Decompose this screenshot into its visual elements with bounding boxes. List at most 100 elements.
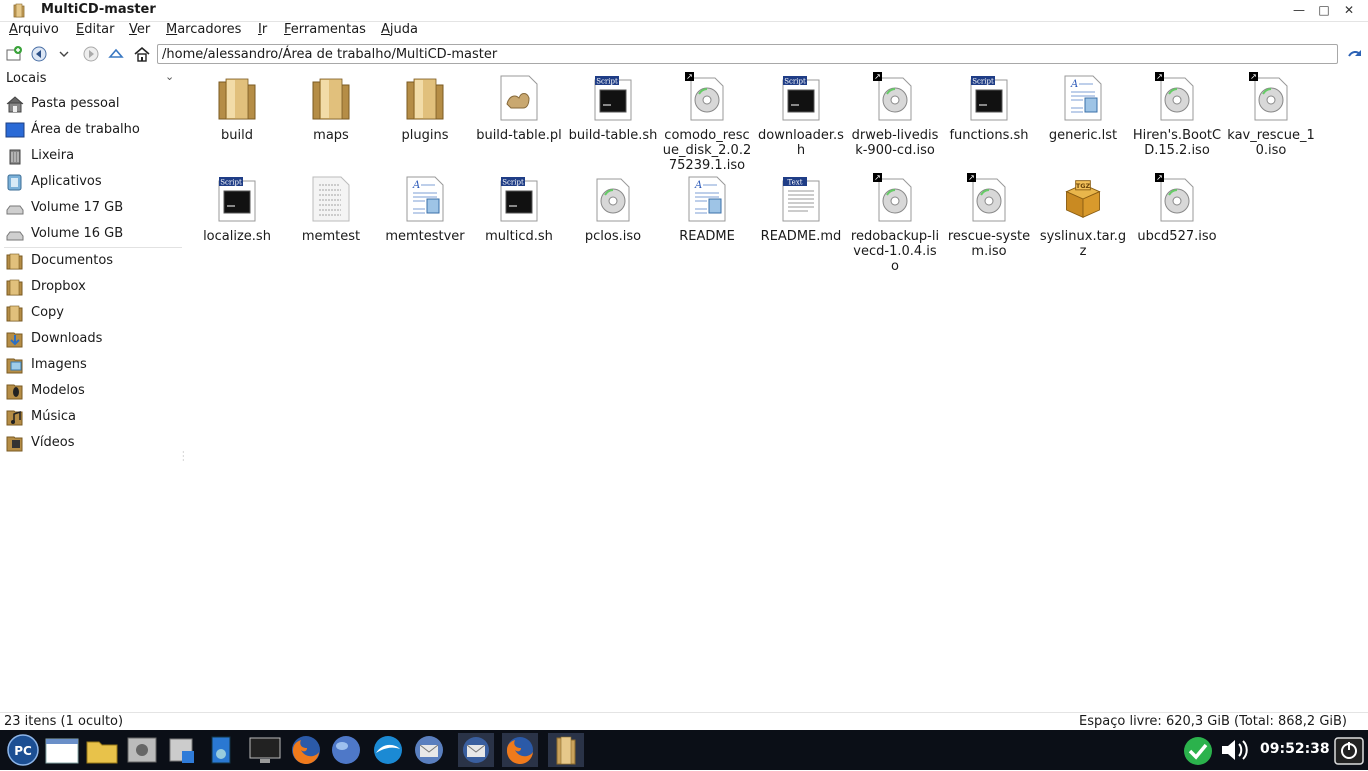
taskbar-media-player[interactable] [204,733,240,767]
taskbar-thunderbird[interactable] [411,733,447,767]
file-item[interactable]: build-table.pl [472,74,566,143]
go-icon[interactable] [1346,45,1364,63]
file-item[interactable]: ↗ Hiren's.BootCD.15.2.iso [1130,72,1224,158]
sidebar-item-musica[interactable]: Música [0,405,184,429]
sidebar-item-downloads[interactable]: Downloads [0,327,184,351]
binary-file-icon [309,175,353,223]
sidebar-divider [4,247,182,248]
file-item[interactable]: memtest [284,175,378,244]
text-document-icon: A [1061,74,1105,122]
plain-text-icon: Text [779,175,823,223]
taskbar-thunderbird-window[interactable] [458,733,494,767]
file-item[interactable]: Script downloader.sh [754,74,848,158]
taskbar-firefox[interactable] [288,733,324,767]
menu-marcadores[interactable]: Marcadores [166,22,241,37]
file-item[interactable]: build [190,74,284,143]
file-item[interactable]: ↗ kav_rescue_10.iso [1224,72,1318,158]
svg-text:A: A [694,180,702,191]
file-item[interactable]: Script build-table.sh [566,74,660,143]
file-item[interactable]: TGZ syslinux.tar.gz [1036,175,1130,259]
firefox-icon [506,737,533,765]
menu-ajuda[interactable]: Ajuda [381,22,418,37]
sidebar-item-videos[interactable]: Vídeos [0,431,184,455]
file-item[interactable]: Script functions.sh [942,74,1036,143]
minimize-button[interactable]: — [1289,1,1309,19]
tray-session[interactable] [1332,733,1366,767]
taskbar-package-manager[interactable] [164,733,200,767]
sidebar-resize-handle[interactable]: · · · [182,449,185,465]
taskbar-firefox-window[interactable] [502,733,538,767]
sidebar-item-area-de-trabalho[interactable]: Área de trabalho [0,118,184,142]
menu-editar[interactable]: Editar [76,22,115,37]
new-tab-icon[interactable] [5,45,23,63]
sidebar-item-pasta-pessoal[interactable]: Pasta pessoal [0,92,184,116]
folder-app-icon [13,3,25,18]
file-icon-view[interactable]: build maps plugins build-table.pl Script buil… [190,67,1368,711]
status-bar: 23 itens (1 oculto) Espaço livre: 620,3 … [0,712,1368,731]
menu-ir[interactable]: Ir [258,22,267,37]
thunderbird-icon [415,736,443,764]
disc-image-icon: ↗ [873,72,917,122]
file-item[interactable]: Script localize.sh [190,175,284,244]
disc-image-icon: ↗ [873,173,917,223]
sidebar-item-volume-16gb[interactable]: Volume 16 GB [0,222,184,246]
sidebar-item-copy[interactable]: Copy [0,301,184,325]
file-item[interactable]: Text README.md [754,175,848,244]
sidebar-item-lixeira[interactable]: Lixeira [0,144,184,168]
sidebar-item-aplicativos[interactable]: Aplicativos [0,170,184,194]
taskbar-show-desktop[interactable] [44,733,80,767]
file-item[interactable]: A README [660,175,754,244]
taskbar-globe[interactable] [328,733,364,767]
folder-icon [215,74,259,122]
menu-ferramentas[interactable]: Ferramentas [284,22,366,37]
taskbar-settings[interactable] [124,733,160,767]
chevron-down-icon[interactable] [57,45,71,63]
start-menu-button[interactable]: PC [4,733,42,767]
chevron-down-icon[interactable]: ⌄ [165,70,174,83]
sidebar-item-label: Imagens [31,357,87,372]
svg-text:Script: Script [596,78,618,86]
close-button[interactable]: ✕ [1339,1,1359,19]
taskbar-terminal[interactable] [247,733,283,767]
videos-folder-icon [6,436,23,452]
file-item[interactable]: Script multicd.sh [472,175,566,244]
taskbar-file-manager[interactable] [84,733,120,767]
back-icon[interactable] [30,45,48,63]
file-item[interactable]: ↗ drweb-livedisk-900-cd.iso [848,72,942,158]
control-panel-icon [127,737,157,763]
sidebar-item-label: Downloads [31,331,103,346]
menu-arquivo[interactable]: Arquivo [9,22,59,37]
menu-ver[interactable]: Ver [129,22,150,37]
sidebar-item-documentos[interactable]: Documentos [0,249,184,273]
sidebar-item-label: Música [31,409,76,424]
file-name: build [221,128,253,143]
forward-icon[interactable] [82,45,100,63]
tray-update-status[interactable] [1180,733,1216,767]
maximize-button[interactable]: □ [1314,1,1334,19]
file-item[interactable]: ↗ comodo_rescue_disk_2.0.275239.1.iso [660,72,754,173]
file-item[interactable]: ↗ rescue-system.iso [942,173,1036,259]
file-item[interactable]: plugins [378,74,472,143]
sidebar-item-dropbox[interactable]: Dropbox [0,275,184,299]
sidebar-item-volume-17gb[interactable]: Volume 17 GB [0,196,184,220]
symlink-arrow-icon: ↗ [873,72,882,81]
file-item[interactable]: ↗ redobackup-livecd-1.0.4.iso [848,173,942,274]
taskbar-dolphin-window[interactable] [548,733,584,767]
tray-volume[interactable] [1218,733,1254,767]
home-icon[interactable] [133,45,151,63]
sidebar-item-modelos[interactable]: Modelos [0,379,184,403]
svg-text:Script: Script [972,78,994,86]
clock[interactable]: 09:52:38 [1260,741,1330,757]
location-input[interactable]: /home/alessandro/Área de trabalho/MultiC… [157,44,1338,64]
file-item[interactable]: Amemtestver [378,175,472,244]
file-item[interactable]: ↗ ubcd527.iso [1130,173,1224,244]
file-item[interactable]: pclos.iso [566,175,660,244]
taskbar-kmail[interactable] [370,733,406,767]
file-name: kav_rescue_10.iso [1227,128,1315,158]
sidebar-header[interactable]: Locais [6,71,46,86]
sidebar-item-imagens[interactable]: Imagens [0,353,184,377]
file-name: memtestver [385,229,465,244]
file-item[interactable]: Ageneric.lst [1036,74,1130,143]
up-icon[interactable] [107,45,125,63]
file-item[interactable]: maps [284,74,378,143]
